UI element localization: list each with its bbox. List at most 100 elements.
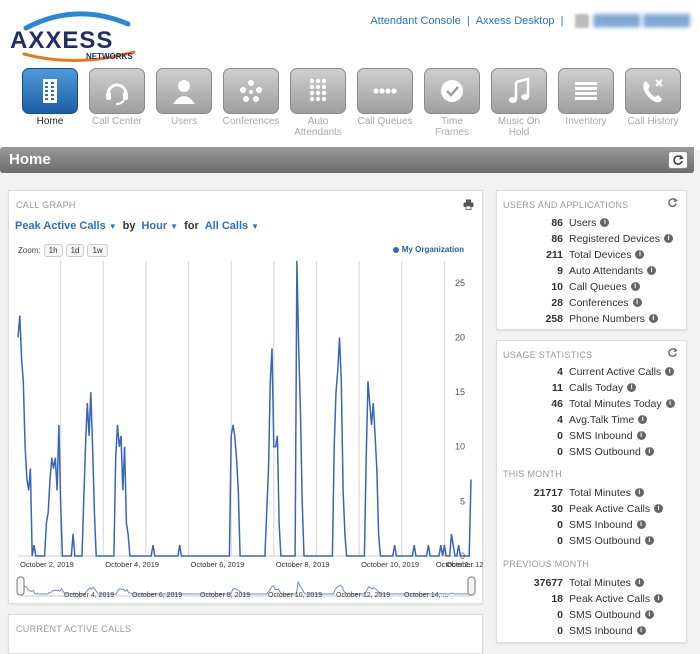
stat-value: 86 [551,232,563,245]
info-icon[interactable]: i [636,520,646,529]
users-apps-row: 10 Call Queues i [497,279,688,294]
x-tick-label: October 1... [436,560,475,569]
nav-tile [223,68,279,114]
scope-dropdown[interactable]: All Calls ▼ [205,220,259,232]
users-apps-row: 28 Conferences i [497,295,688,310]
caret-down-icon: ▼ [251,222,260,231]
info-icon[interactable]: i [632,298,642,307]
navigator-label: October 10, 2019 [268,592,322,599]
zoom-controls: Zoom: 1h 1d 1w [18,244,108,257]
nav-item-call-center[interactable]: Call Center [89,68,145,138]
attendant-console-link[interactable]: Attendant Console [370,15,461,27]
nav-item-inventory[interactable]: Inventory [558,68,614,138]
nav-item-auto-attendants[interactable]: Auto Attendants [290,68,346,138]
nav-item-call-queues[interactable]: Call Queues [357,68,413,138]
axxess-desktop-link[interactable]: Axxess Desktop [476,15,555,27]
nav-tile [156,68,212,114]
stat-label: Avg.Talk Time [569,413,635,426]
nav-item-conferences[interactable]: Conferences [223,68,279,138]
svg-text:NETWORKS: NETWORKS [86,52,133,61]
stat-label: Peak Active Calls [569,502,651,515]
nav-item-home[interactable]: Home [22,68,78,138]
info-icon[interactable]: i [664,234,674,243]
stat-value: 0 [557,608,563,621]
stat-value: 9 [557,264,563,277]
users-apps-row: 9 Auto Attendants i [497,263,688,278]
info-icon[interactable]: i [644,447,654,456]
stat-value: 4 [557,413,563,426]
users-apps-row: 86 Users i [497,215,688,230]
info-icon[interactable]: i [600,218,610,227]
stat-label: SMS Inbound [569,624,633,637]
x-tick-label: October 2, 2019 [20,560,74,569]
series-line-my-organization[interactable] [17,260,472,557]
zoom-1h-button[interactable]: 1h [43,244,63,257]
info-icon[interactable]: i [638,415,648,424]
chart-legend[interactable]: My Organization [392,245,464,254]
queue-dots-icon [373,88,397,94]
stat-value: 18 [551,592,563,605]
nav-item-call-history[interactable]: Call History [625,68,681,138]
link-separator: | [560,15,564,27]
refresh-icon[interactable] [667,197,678,208]
zoom-1w-button[interactable]: 1w [87,244,108,257]
keypad-icon [309,78,327,102]
navigator-label: October 6, 2019 [132,592,182,599]
nav-item-time-frames[interactable]: Time Frames [424,68,480,138]
info-icon[interactable]: i [630,282,640,291]
nav-label: Inventory [565,116,607,127]
navigator-label: October 8, 2019 [200,592,250,599]
this-month-row: 21717 Total Minutes i [497,485,688,500]
previous-month-row: 18 Peak Active Calls i [497,591,688,606]
info-icon[interactable]: i [635,250,645,259]
nav-item-music-on-hold[interactable]: Music On Hold [491,68,547,138]
info-icon[interactable]: i [636,431,646,440]
users-apps-row: 86 Registered Devices i [497,231,688,246]
info-icon[interactable]: i [654,594,664,603]
info-icon[interactable]: i [644,610,654,619]
zoom-1d-button[interactable]: 1d [65,244,85,257]
stat-label: SMS Outbound [569,445,641,458]
users-apps-row: 258 Phone Numbers i [497,311,688,326]
nav-tile [424,68,480,114]
this-month-row: 30 Peak Active Calls i [497,501,688,516]
stat-value: 46 [551,397,563,410]
navigator-left-handle[interactable] [16,576,25,596]
stat-value: 0 [557,429,563,442]
stat-value: 258 [545,312,563,325]
x-tick-label: October 6, 2019 [191,560,245,569]
metric-dropdown[interactable]: Peak Active Calls ▼ [15,220,117,232]
stat-value: 37677 [533,576,563,589]
user-menu[interactable]: ██████ ██████ [575,14,690,28]
app-header: AXXESS NETWORKS Attendant Console | Axxe… [0,0,700,150]
nav-item-users[interactable]: Users [156,68,212,138]
usage-row: 0 SMS Inbound i [497,428,688,443]
info-icon[interactable]: i [627,383,637,392]
info-icon[interactable]: i [647,266,657,275]
for-label: for [184,220,199,232]
info-icon[interactable]: i [644,536,654,545]
info-icon[interactable]: i [634,578,644,587]
top-links: Attendant Console | Axxess Desktop | ███… [370,14,690,28]
info-icon[interactable]: i [665,367,675,376]
stat-value: 11 [551,381,563,394]
page-refresh-button[interactable] [668,151,688,169]
info-icon[interactable]: i [636,626,646,635]
nav-tile [290,68,346,114]
navigator-right-handle[interactable] [467,576,476,596]
info-icon[interactable]: i [654,504,664,513]
info-icon[interactable]: i [665,399,675,408]
x-tick-label: October 8, 2019 [276,560,330,569]
info-icon[interactable]: i [634,488,644,497]
stat-value: 30 [551,502,563,515]
info-icon[interactable]: i [648,314,658,323]
refresh-icon[interactable] [667,347,678,358]
stat-label: Call Queues [569,280,627,293]
print-icon[interactable] [463,199,474,210]
this-month-title: THIS MONTH [503,469,562,479]
stat-label: Total Minutes Today [569,397,662,410]
usage-row: 46 Total Minutes Today i [497,396,688,411]
y-tick-label: 5 [460,496,465,506]
interval-dropdown[interactable]: Hour ▼ [141,220,178,232]
axxess-logo[interactable]: AXXESS NETWORKS [6,8,146,64]
